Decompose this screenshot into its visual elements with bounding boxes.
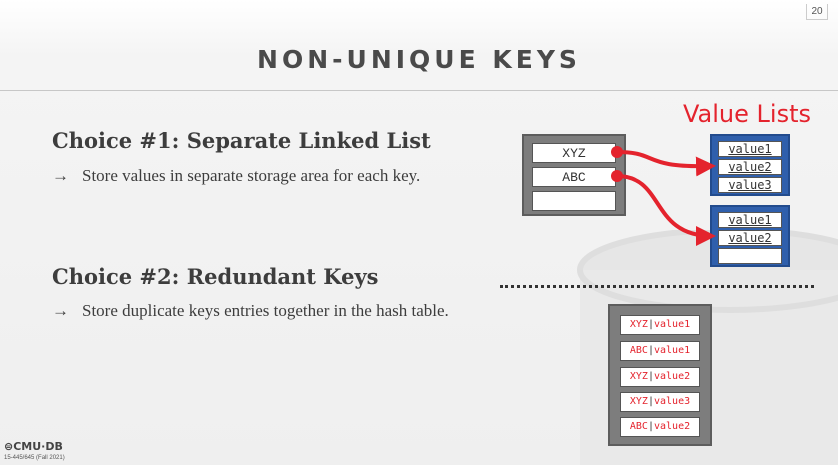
slot-value: value1 <box>653 319 691 330</box>
slot-key: ABC <box>629 421 648 432</box>
redundant-slot: XYZ|value1 <box>620 315 700 335</box>
redundant-slot: ABC|value2 <box>620 417 700 437</box>
choice-2-bullet-text: Store duplicate keys entries together in… <box>82 301 449 320</box>
bullet-arrow-icon: → <box>52 301 69 320</box>
value-list-2: value1 value2 <box>710 205 790 267</box>
value-list-item: value2 <box>718 159 782 175</box>
hash-slot: ABC <box>532 167 616 187</box>
hash-slot: XYZ <box>532 143 616 163</box>
hash-table: XYZ ABC <box>522 134 626 216</box>
value-list-item: value2 <box>718 230 782 246</box>
pointer-arrow-xyz <box>611 146 716 177</box>
value-list-item: value1 <box>718 141 782 157</box>
value-list-item: value3 <box>718 177 782 193</box>
slot-value: value3 <box>653 396 691 407</box>
value-list-1: value1 value2 value3 <box>710 134 790 196</box>
slot-key: ABC <box>629 345 648 356</box>
slot-key: XYZ <box>629 396 648 407</box>
value-list-item: value1 <box>718 212 782 228</box>
slot-key: XYZ <box>629 319 648 330</box>
slot-value: value1 <box>653 345 691 356</box>
dotted-divider <box>500 285 814 288</box>
course-label: 15-445/645 (Fall 2021) <box>4 455 65 461</box>
value-list-item <box>718 248 782 264</box>
slot-key: XYZ <box>629 371 648 382</box>
redundant-slot: XYZ|value2 <box>620 367 700 387</box>
page-number: 20 <box>806 4 828 20</box>
choice-2-bullet: → Store duplicate keys entries together … <box>52 298 452 324</box>
choice-2-heading: Choice #2: Redundant Keys <box>52 264 379 289</box>
cmu-db-logo: ⊜CMU·DB <box>4 440 63 453</box>
hash-slot <box>532 191 616 211</box>
pointer-arrow-abc <box>611 170 716 246</box>
choice-1-bullet-text: Store values in separate storage area fo… <box>82 166 421 185</box>
choice-1-bullet: → Store values in separate storage area … <box>52 163 452 189</box>
slide-title: NON-UNIQUE KEYS <box>257 45 581 74</box>
slot-value: value2 <box>653 371 691 382</box>
redundant-slot: ABC|value1 <box>620 341 700 361</box>
choice-1-heading: Choice #1: Separate Linked List <box>52 128 431 153</box>
slot-value: value2 <box>653 421 691 432</box>
bullet-arrow-icon: → <box>52 166 69 185</box>
title-divider <box>0 90 838 91</box>
redundant-slot: XYZ|value3 <box>620 392 700 412</box>
value-lists-label: Value Lists <box>683 100 811 128</box>
